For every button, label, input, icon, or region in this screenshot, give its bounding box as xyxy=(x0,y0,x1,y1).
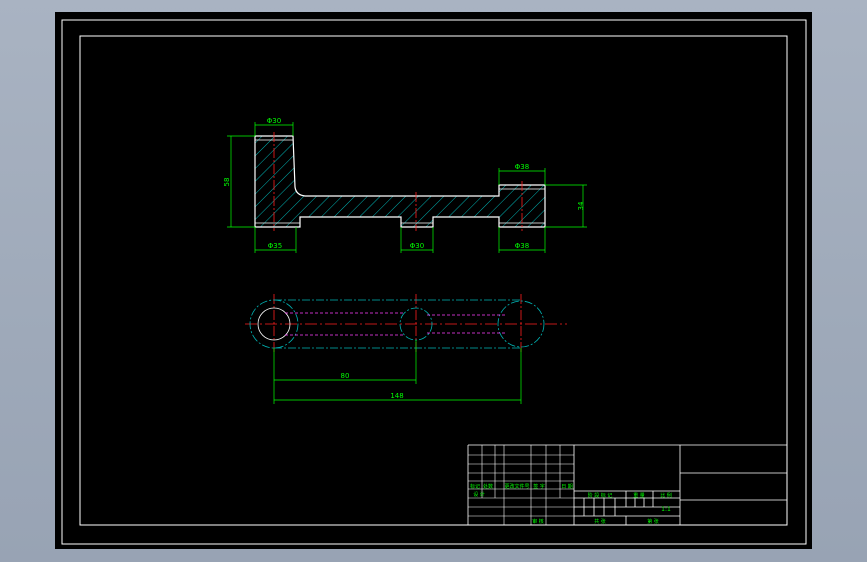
drawing-sheet: Φ30 58 Φ38 34 Φ35 Φ30 Φ38 80 148 标记 处数 更… xyxy=(55,12,812,549)
tb-mark: 标记 xyxy=(470,483,480,490)
section-hatch-fill xyxy=(255,136,545,227)
dim-label-height-right: 34 xyxy=(577,201,585,210)
dim-label-bottom-right: Φ38 xyxy=(515,242,529,250)
dim-label-top-left: Φ30 xyxy=(267,117,281,125)
cad-drawing-canvas: Φ30 58 Φ38 34 Φ35 Φ30 Φ38 80 148 标记 处数 更… xyxy=(61,19,807,545)
tb-approve: 审 核 xyxy=(532,518,544,525)
tb-weight: 重 量 xyxy=(633,492,645,499)
tb-change-doc: 更改文件号 xyxy=(504,483,529,490)
dim-height-left: 58 xyxy=(223,135,255,228)
tb-sign: 签 字 xyxy=(533,483,545,490)
tb-sheet-total: 共 张 xyxy=(594,518,606,525)
title-block: 标记 处数 更改文件号 签 字 日 期 设 计 阶 段 标 记 重 量 比 例 … xyxy=(467,444,787,525)
dim-label-bottom-mid: Φ30 xyxy=(410,242,424,250)
tb-count: 处数 xyxy=(483,483,493,490)
outer-border xyxy=(61,19,807,545)
dim-bottom-mid: Φ30 xyxy=(400,227,434,253)
drawing-frame xyxy=(61,19,807,545)
tb-scale-label: 比 例 xyxy=(660,492,672,499)
tb-stage-mark: 阶 段 标 记 xyxy=(588,492,613,499)
tb-sheet-no: 第 张 xyxy=(647,518,659,525)
dim-label-bottom-left: Φ35 xyxy=(268,242,282,250)
section-view: Φ30 58 Φ38 34 Φ35 Φ30 Φ38 xyxy=(223,117,587,253)
dim-label-dist-total: 148 xyxy=(390,392,403,400)
dim-label-top-right: Φ38 xyxy=(515,163,529,171)
dim-height-right: 34 xyxy=(545,184,587,228)
tb-scale-value: 1:1 xyxy=(661,506,671,513)
tb-design: 设 计 xyxy=(473,491,485,498)
inner-border xyxy=(79,35,788,526)
dim-label-height-left: 58 xyxy=(223,178,231,187)
dim-bottom-left: Φ35 xyxy=(254,227,297,253)
plan-view: 80 148 xyxy=(245,294,567,404)
tb-date: 日 期 xyxy=(561,484,573,490)
dim-dist-total: 148 xyxy=(273,348,522,404)
dim-label-dist-small: 80 xyxy=(341,372,350,380)
dim-dist-small: 80 xyxy=(273,340,417,384)
